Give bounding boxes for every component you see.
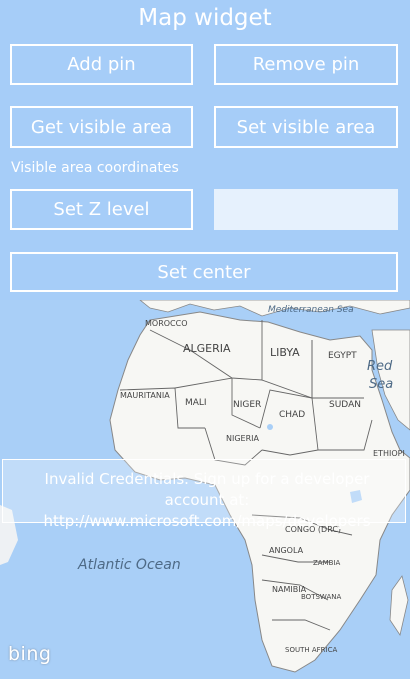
country-label-botswana: BOTSWANA [301,593,341,601]
control-panel: Map widget Add pin Remove pin Get visibl… [0,0,410,300]
map-view[interactable]: Mediterranean Sea Red Sea Atlantic Ocean… [0,300,410,679]
madagascar-land [389,575,409,636]
country-label-angola: ANGOLA [269,546,304,555]
remove-pin-button[interactable]: Remove pin [214,44,398,85]
country-label-nigeria: NIGERIA [226,434,260,443]
set-z-level-button[interactable]: Set Z level [10,189,193,230]
set-center-button[interactable]: Set center [10,252,398,292]
add-pin-button[interactable]: Add pin [10,44,193,85]
z-level-input[interactable] [214,189,398,230]
bing-logo: bing [8,643,52,665]
visible-area-coordinates-label: Visible area coordinates [11,160,179,176]
invalid-credentials-message: Invalid Credentials. Sign up for a devel… [2,459,406,530]
country-label-algeria: ALGERIA [183,342,231,355]
get-visible-area-button[interactable]: Get visible area [10,106,193,148]
country-label-niger: NIGER [233,400,261,410]
country-label-ethiopia: ETHIOPI [373,449,405,458]
red-sea-label-1: Red [367,359,393,374]
red-sea-label-2: Sea [369,377,393,392]
country-label-mali: MALI [185,398,207,408]
mediterranean-label: Mediterranean Sea [268,305,354,315]
country-label-south-africa: SOUTH AFRICA [285,646,337,654]
country-label-zambia: ZAMBIA [313,559,340,567]
country-label-morocco: MOROCCO [145,319,188,328]
country-label-egypt: EGYPT [328,351,357,361]
atlantic-ocean-label: Atlantic Ocean [77,557,181,573]
country-label-sudan: SUDAN [329,400,361,410]
lake-chad [267,424,273,430]
page-title: Map widget [138,5,272,31]
country-label-libya: LIBYA [270,346,300,359]
set-visible-area-button[interactable]: Set visible area [214,106,398,148]
country-label-chad: CHAD [279,410,305,420]
country-label-mauritania: MAURITANIA [120,391,170,400]
